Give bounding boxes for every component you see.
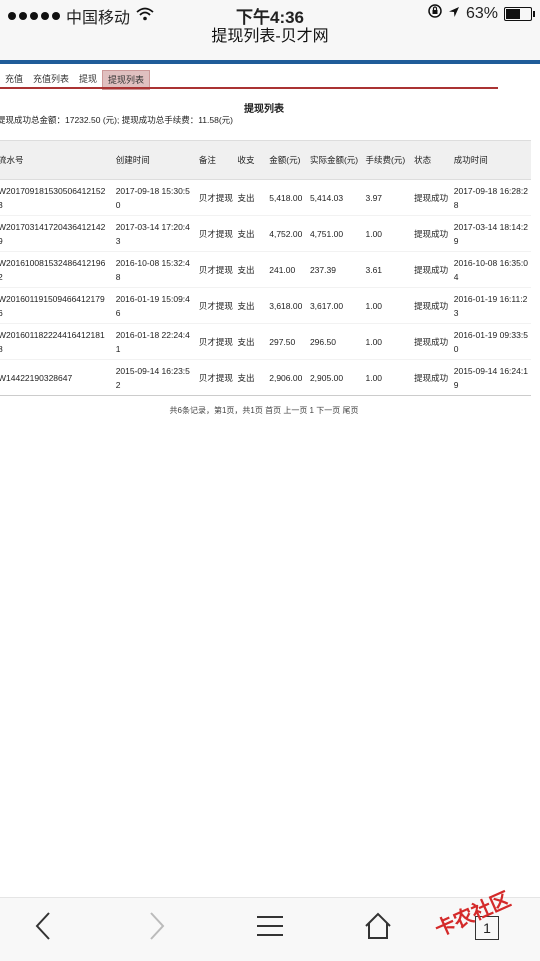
cell-created: 2016-10-08 15:32:4 8 [113,251,197,288]
cell-remark: 贝才提现 [196,287,236,324]
cell-amount: 2,906.00 [267,359,308,396]
col-serial: 流水号 [0,140,114,180]
battery-icon [504,6,535,21]
lock-rotation-icon [428,4,442,23]
cell-type: 支出 [235,251,268,288]
cell-remark: 贝才提现 [196,359,236,396]
cell-fee: 1.00 [363,215,413,252]
menu-icon [256,914,284,943]
cell-actual: 237.39 [307,251,364,288]
battery-percent: 63% [465,4,498,22]
cell-created: 2015-09-14 16:23:5 2 [113,359,197,396]
cell-actual: 3,617.00 [307,287,364,324]
pagination[interactable]: 共6条记录，第1页，共1页 首页 上一页 1 下一页 尾页 [0,405,528,416]
cell-amount: 241.00 [267,251,308,288]
cell-remark: 贝才提现 [196,179,236,216]
cell-status: 提现成功 [412,359,452,396]
summary-text: 提现成功总金额：17232.50 (元); 提现成功总手续费：11.58(元) [0,115,234,125]
cell-status: 提现成功 [412,323,452,360]
col-created: 创建时间 [113,140,197,180]
withdraw-table: 流水号 创建时间 备注 收支 金额(元) 实际金额(元) 手续费(元) 状态 成… [0,140,531,396]
cell-type: 支出 [235,179,268,216]
cell-created: 2016-01-18 22:24:4 1 [113,323,197,360]
cell-serial: W201610081532486412196 2 [0,251,114,288]
cell-remark: 贝才提现 [196,323,236,360]
cell-amount: 297.50 [267,323,308,360]
cell-fee: 1.00 [363,287,413,324]
cell-serial: W14422190328647 [0,359,114,396]
home-button[interactable] [356,910,400,946]
tab-recharge[interactable]: 充值 [0,70,28,88]
cell-success-time: 2016-01-19 09:33:5 0 [451,323,531,360]
cell-type: 支出 [235,215,268,252]
home-icon [364,912,392,945]
cell-success-time: 2017-03-14 18:14:2 9 [451,215,531,252]
page-title: 提现列表-贝才网 [0,28,540,60]
cell-status: 提现成功 [412,215,452,252]
list-title: 提现列表 [244,104,284,115]
tab-bar: 充值 充值列表 提现 提现列表 [0,70,151,90]
table-row: W201703141720436412142 9 2017-03-14 17:2… [0,215,531,252]
menu-button[interactable] [248,910,292,946]
table-row: W201610081532486412196 2 2016-10-08 15:3… [0,251,531,288]
tab-withdraw[interactable]: 提现 [74,70,102,88]
col-status: 状态 [412,140,452,180]
cell-status: 提现成功 [412,251,452,288]
cell-actual: 2,905.00 [307,359,364,396]
cell-actual: 5,414.03 [307,179,364,216]
cell-status: 提现成功 [412,287,452,324]
tab-underline [0,87,498,89]
status-bar: 中国移动 下午4:36 63% [0,0,540,28]
tab-recharge-list[interactable]: 充值列表 [28,70,74,88]
cell-fee: 3.61 [363,251,413,288]
location-arrow-icon [448,5,460,23]
cell-amount: 5,418.00 [267,179,308,216]
cell-remark: 贝才提现 [196,251,236,288]
cell-actual: 296.50 [307,323,364,360]
back-icon [34,911,54,946]
cell-fee: 1.00 [363,359,413,396]
cell-serial: W201601182224416412181 8 [0,323,114,360]
table-header-row: 流水号 创建时间 备注 收支 金额(元) 实际金额(元) 手续费(元) 状态 成… [0,140,531,180]
table-row: W14422190328647 2015-09-14 16:23:5 2 贝才提… [0,359,531,396]
col-type: 收支 [235,140,268,180]
cell-success-time: 2016-01-19 16:11:23 [451,287,531,324]
cell-created: 2016-01-19 15:09:4 6 [113,287,197,324]
cell-amount: 3,618.00 [267,287,308,324]
cell-success-time: 2016-10-08 16:35:0 4 [451,251,531,288]
cell-remark: 贝才提现 [196,215,236,252]
cell-success-time: 2015-09-14 16:24:1 9 [451,359,531,396]
col-success-time: 成功时间 [451,140,531,180]
status-right: 63% [428,4,535,23]
cell-created: 2017-09-18 15:30:5 0 [113,179,197,216]
table-row: W201601191509466412179 6 2016-01-19 15:0… [0,287,531,324]
cell-serial: W201703141720436412142 9 [0,215,114,252]
col-fee: 手续费(元) [363,140,413,180]
cell-serial: W201709181530506412152 3 [0,179,114,216]
table-row: W201601182224416412181 8 2016-01-18 22:2… [0,323,531,360]
header-divider [0,60,540,64]
cell-amount: 4,752.00 [267,215,308,252]
col-amount: 金额(元) [267,140,308,180]
cell-status: 提现成功 [412,179,452,216]
col-remark: 备注 [196,140,236,180]
cell-success-time: 2017-09-18 16:28:2 8 [451,179,531,216]
col-actual: 实际金额(元) [307,140,364,180]
cell-type: 支出 [235,287,268,324]
cell-created: 2017-03-14 17:20:4 3 [113,215,197,252]
cell-actual: 4,751.00 [307,215,364,252]
cell-type: 支出 [235,323,268,360]
cell-fee: 1.00 [363,323,413,360]
forward-icon [146,911,166,946]
cell-type: 支出 [235,359,268,396]
table-row: W201709181530506412152 3 2017-09-18 15:3… [0,179,531,216]
cell-serial: W201601191509466412179 6 [0,287,114,324]
forward-button[interactable] [134,910,178,946]
cell-fee: 3.97 [363,179,413,216]
back-button[interactable] [22,910,66,946]
